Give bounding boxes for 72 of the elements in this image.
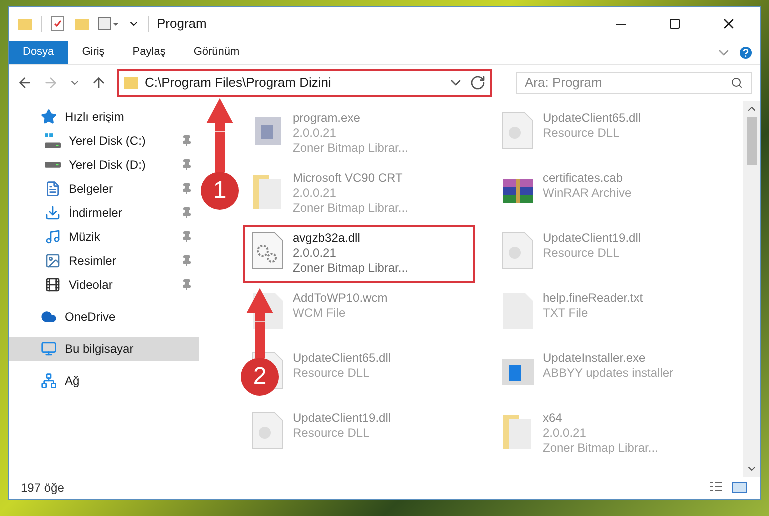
drive-icon — [45, 133, 61, 149]
file-detail: 2.0.0.21 — [543, 426, 588, 441]
file-icon — [251, 231, 285, 271]
tiles-view-icon[interactable] — [732, 480, 748, 496]
cloud-icon — [41, 309, 57, 325]
sidebar-item[interactable]: Videolar — [9, 273, 199, 297]
sidebar-item[interactable]: İndirmeler — [9, 201, 199, 225]
item-count: 197 öğe — [21, 480, 66, 497]
star-icon — [41, 109, 57, 125]
file-detail: WinRAR Archive — [543, 186, 632, 201]
file-detail: Resource DLL — [293, 426, 371, 441]
search-icon[interactable] — [731, 77, 743, 89]
folder-icon — [123, 75, 139, 91]
ribbon-tab[interactable]: Paylaş — [118, 41, 180, 64]
monitor-icon — [41, 341, 57, 357]
file-detail: Zoner Bitmap Librar... — [293, 141, 408, 156]
sidebar-item[interactable]: Belgeler — [9, 177, 199, 201]
network-icon — [41, 373, 57, 389]
ribbon-tab[interactable]: Görünüm — [180, 41, 254, 64]
sidebar-item[interactable]: Yerel Disk (D:) — [9, 153, 199, 177]
file-detail: Zoner Bitmap Librar... — [293, 201, 408, 216]
file-detail: 2.0.0.21 — [293, 126, 338, 141]
pin-icon[interactable] — [181, 159, 193, 171]
pin-icon[interactable] — [181, 135, 193, 147]
file-icon — [251, 411, 285, 451]
ribbon-tab[interactable]: Dosya — [9, 41, 68, 64]
pin-icon[interactable] — [181, 255, 193, 267]
file-detail: Zoner Bitmap Librar... — [293, 261, 408, 276]
pin-icon[interactable] — [181, 183, 193, 195]
ribbon-tab[interactable]: Giriş — [68, 41, 119, 64]
sidebar-item[interactable]: Hızlı erişim — [9, 105, 199, 129]
film-icon — [45, 277, 61, 293]
drive-icon — [45, 162, 61, 168]
download-icon — [45, 205, 61, 221]
file-detail: Resource DLL — [543, 246, 621, 261]
pin-icon[interactable] — [181, 231, 193, 243]
file-detail: 2.0.0.21 — [293, 246, 338, 261]
file-icon — [501, 231, 535, 271]
sidebar-item[interactable]: OneDrive — [9, 305, 199, 329]
picture-icon — [45, 253, 61, 269]
file-detail: Zoner Bitmap Librar... — [543, 441, 658, 456]
file-name[interactable]: avgzb32a.dll — [293, 231, 408, 246]
scrollbar-thumb[interactable] — [746, 117, 756, 165]
checklist-icon[interactable] — [50, 16, 66, 32]
file-detail: ABBYY updates installer — [543, 366, 674, 381]
sidebar-item[interactable]: Yerel Disk (C:) — [9, 129, 199, 153]
window-title: Program — [157, 15, 208, 34]
sidebar-item[interactable]: Bu bilgisayar — [9, 337, 199, 361]
pin-icon[interactable] — [181, 279, 193, 291]
annotation-arrow — [245, 288, 275, 358]
properties-icon[interactable] — [98, 16, 120, 32]
document-icon — [45, 181, 61, 197]
pin-icon[interactable] — [181, 207, 193, 219]
help-icon[interactable] — [738, 44, 754, 60]
sidebar-item[interactable]: Müzik — [9, 225, 199, 249]
address-field[interactable]: C:\Program Files\Program Dizini — [117, 69, 492, 97]
back-icon[interactable] — [17, 75, 33, 91]
maximize-icon — [669, 18, 681, 30]
search-input[interactable]: Ara: Program — [525, 73, 731, 93]
refresh-icon[interactable] — [470, 75, 486, 91]
file-detail: 2.0.0.21 — [293, 186, 338, 201]
scrollbar[interactable] — [743, 101, 760, 477]
search-field[interactable]: Ara: Program — [516, 72, 752, 94]
sidebar-item[interactable]: Ağ — [9, 369, 199, 393]
sidebar-item[interactable]: Resimler — [9, 249, 199, 273]
file-detail: WCM File — [293, 306, 347, 321]
file-detail: TXT File — [543, 306, 590, 321]
music-note-icon — [45, 229, 61, 245]
up-icon[interactable] — [91, 75, 107, 91]
file-icon — [501, 111, 535, 151]
file-detail: Resource DLL — [293, 366, 371, 381]
file-detail: Resource DLL — [543, 126, 621, 141]
